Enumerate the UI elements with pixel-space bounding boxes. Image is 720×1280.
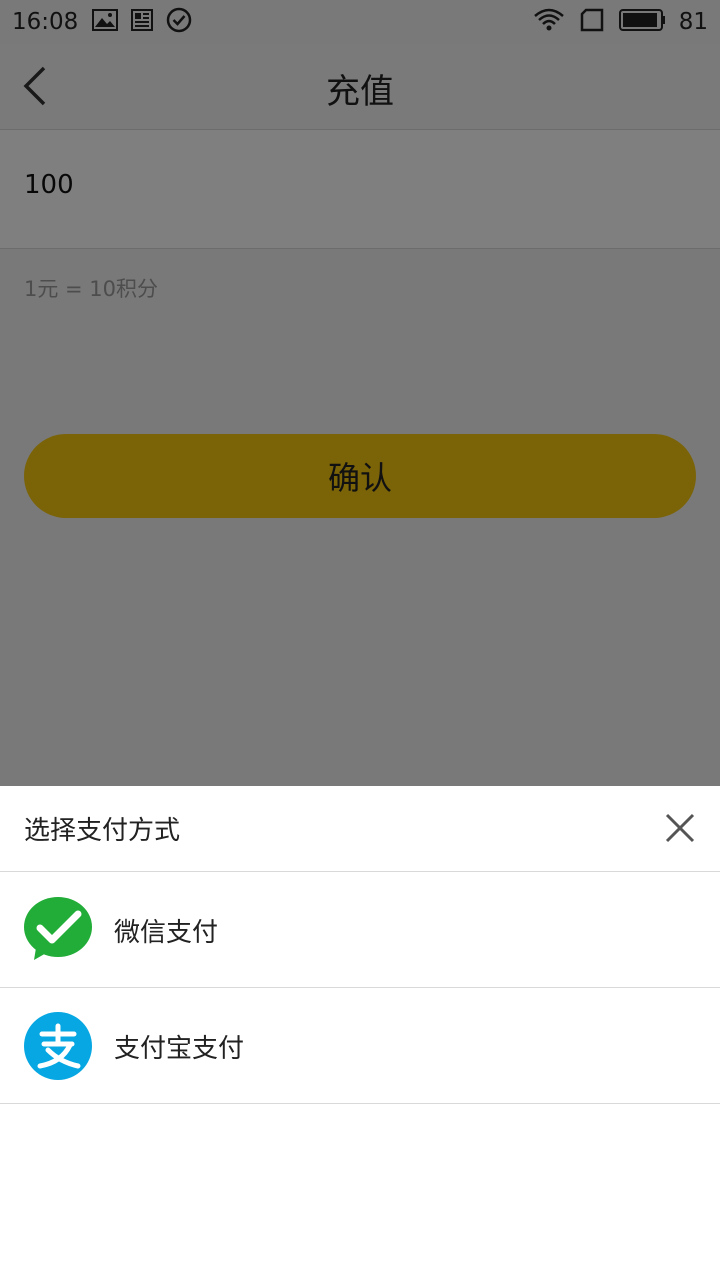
sheet-title: 选择支付方式: [24, 816, 181, 846]
payment-option-label: 支付宝支付: [114, 1034, 245, 1064]
modal-overlay[interactable]: [0, 0, 720, 786]
payment-option-wechat[interactable]: 微信支付: [0, 872, 720, 988]
payment-option-label: 微信支付: [114, 918, 219, 948]
wechat-pay-icon: [24, 896, 92, 964]
payment-option-alipay[interactable]: 支付宝支付: [0, 988, 720, 1104]
close-icon: [662, 813, 698, 850]
sheet-header: 选择支付方式: [0, 786, 720, 872]
alipay-icon: [24, 1012, 92, 1080]
close-button[interactable]: [662, 810, 698, 846]
payment-method-sheet: 选择支付方式 微信支付 支付宝支付: [0, 786, 720, 1280]
